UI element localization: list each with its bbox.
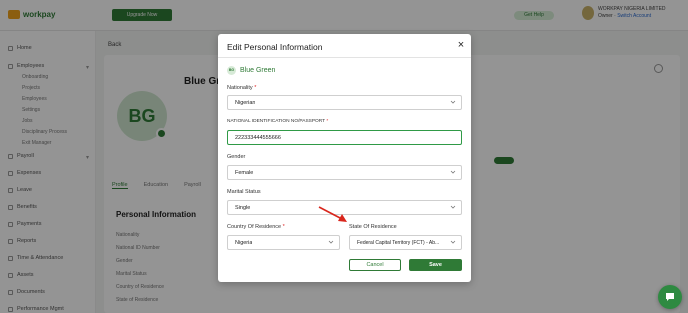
gender-label: Gender xyxy=(227,154,246,160)
chevron-down-icon xyxy=(450,205,456,209)
person-chip: BG Blue Green xyxy=(227,66,275,75)
national-id-input[interactable]: 222333444555666 xyxy=(227,130,462,145)
chevron-down-icon xyxy=(450,100,456,104)
chat-icon xyxy=(666,293,674,301)
modal-title: Edit Personal Information xyxy=(227,42,323,52)
national-id-label: NATIONAL IDENTIFICATION NO/PASSPORT * xyxy=(227,119,329,124)
cancel-button[interactable]: Cancel xyxy=(349,259,401,271)
state-label: State Of Residence xyxy=(349,224,397,230)
chat-button[interactable] xyxy=(658,285,682,309)
gender-select[interactable]: Female xyxy=(227,165,462,180)
marital-status-label: Marital Status xyxy=(227,189,261,195)
avatar: BG xyxy=(227,66,236,75)
state-select[interactable]: Federal Capital Territory (FCT) - Ab... xyxy=(349,235,462,250)
save-button[interactable]: Save xyxy=(409,259,462,271)
chevron-down-icon xyxy=(450,240,456,244)
red-arrow-annotation xyxy=(318,206,347,222)
nationality-select[interactable]: Nigerian xyxy=(227,95,462,110)
chevron-down-icon xyxy=(450,170,456,174)
country-select[interactable]: Nigeria xyxy=(227,235,340,250)
person-name: Blue Green xyxy=(240,67,276,74)
close-icon[interactable]: × xyxy=(456,39,466,51)
nationality-label: Nationality * xyxy=(227,85,257,91)
country-label: Country Of Residence * xyxy=(227,224,285,230)
modal-header: Edit Personal Information × xyxy=(218,34,471,58)
chevron-down-icon xyxy=(328,240,334,244)
